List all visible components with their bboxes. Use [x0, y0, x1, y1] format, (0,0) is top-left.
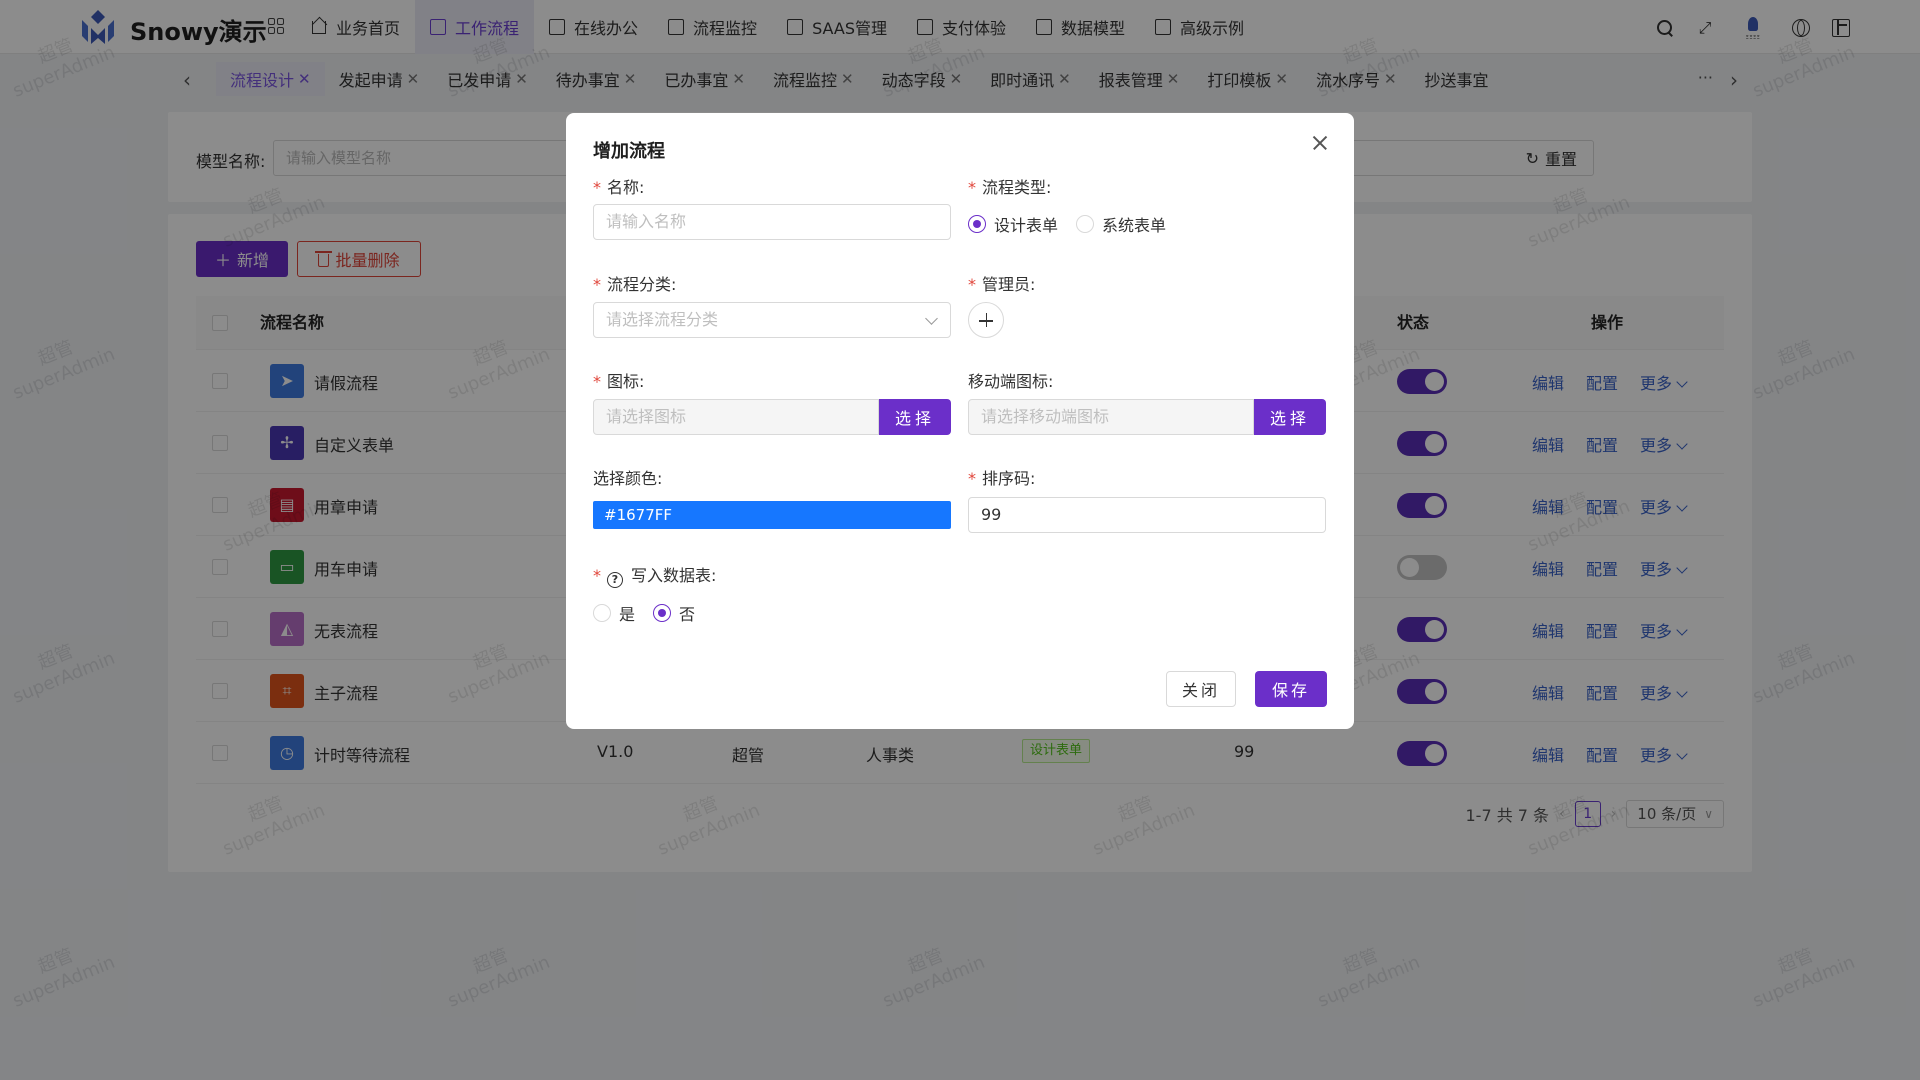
sort-label: * 排序码: [968, 469, 1036, 488]
write-table-label: *? 写入数据表: [593, 566, 717, 588]
color-label: 选择颜色: [593, 469, 663, 488]
color-picker[interactable]: #1677FF [593, 501, 951, 529]
sort-input[interactable]: 99 [968, 497, 1326, 533]
write-table-radio-group: 是 否 [593, 601, 695, 625]
name-input[interactable]: 请输入名称 [593, 204, 951, 240]
close-icon[interactable] [1308, 131, 1332, 155]
dialog-title: 增加流程 [593, 141, 665, 162]
category-select[interactable]: 请选择流程分类 [593, 302, 951, 338]
add-process-dialog: 增加流程 * 名称: 请输入名称 * 流程类型: 设计表单 系统表单 * 流程分类: … [566, 113, 1354, 729]
pick-icon-button[interactable]: 选择 [879, 399, 951, 435]
add-admin-button[interactable] [968, 302, 1004, 338]
icon-input[interactable]: 请选择图标 [593, 399, 879, 435]
mobile-icon-label: 移动端图标: [968, 372, 1054, 391]
chevron-down-icon [925, 312, 938, 325]
question-circle-icon[interactable]: ? [607, 572, 623, 588]
mobile-icon-input[interactable]: 请选择移动端图标 [968, 399, 1254, 435]
pick-mobile-icon-button[interactable]: 选择 [1254, 399, 1326, 435]
process-type-label: * 流程类型: [968, 178, 1052, 197]
save-button[interactable]: 保存 [1255, 671, 1327, 707]
radio-yes[interactable]: 是 [593, 601, 635, 625]
admin-label: * 管理员: [968, 275, 1036, 294]
category-placeholder: 请选择流程分类 [606, 310, 719, 329]
radio-no[interactable]: 否 [653, 601, 695, 625]
process-type-radio-group: 设计表单 系统表单 [968, 212, 1166, 236]
close-button[interactable]: 关闭 [1166, 671, 1236, 707]
category-label: * 流程分类: [593, 275, 677, 294]
radio-system-form[interactable]: 系统表单 [1076, 212, 1166, 236]
icon-label: * 图标: [593, 372, 645, 391]
name-label: * 名称: [593, 178, 645, 197]
radio-design-form[interactable]: 设计表单 [968, 212, 1058, 236]
